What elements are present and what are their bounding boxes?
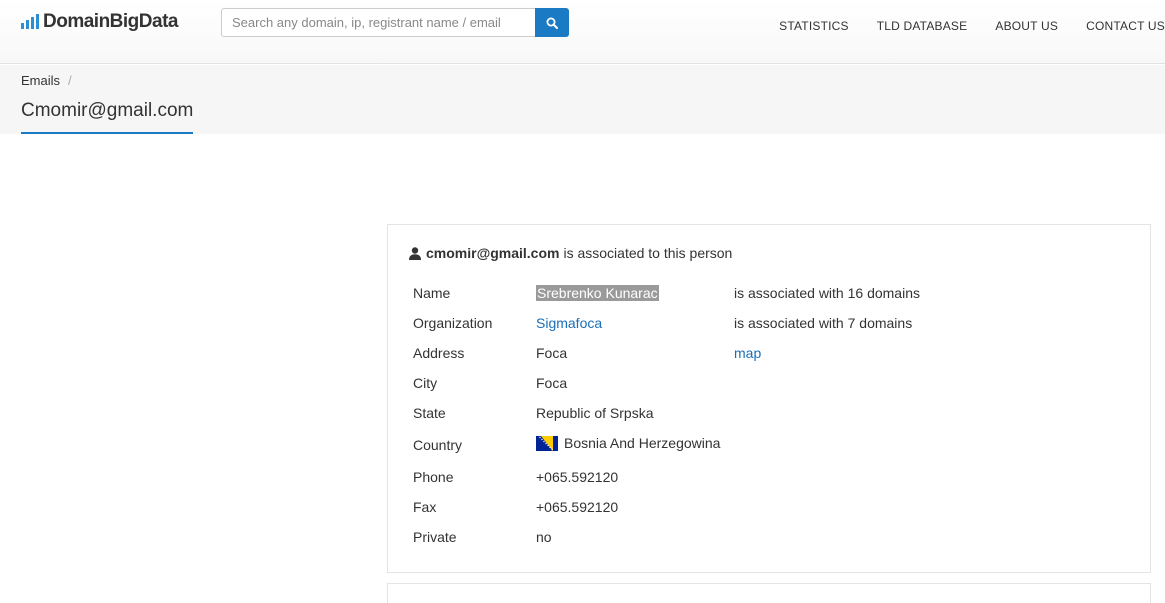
row-fax: Fax +065.592120 bbox=[413, 499, 1133, 519]
row-state: State Republic of Srpska bbox=[413, 405, 1133, 425]
page-title: Cmomir@gmail.com bbox=[21, 100, 194, 134]
row-label: Name bbox=[413, 285, 451, 301]
nav-contact-us[interactable]: CONTACT US bbox=[1086, 19, 1165, 33]
registrant-name-link[interactable]: Srebrenko Kunarac bbox=[536, 285, 659, 301]
row-value: Foca bbox=[536, 375, 568, 391]
nav-about-us[interactable]: ABOUT US bbox=[995, 19, 1058, 33]
main-nav: STATISTICS TLD DATABASE ABOUT US CONTACT… bbox=[751, 19, 1165, 33]
row-value: Republic of Srpska bbox=[536, 405, 654, 421]
card-title-suffix: is associated to this person bbox=[563, 245, 733, 261]
user-icon bbox=[409, 246, 421, 260]
row-label: Fax bbox=[413, 499, 437, 515]
search-input[interactable] bbox=[221, 8, 535, 37]
row-name: Name Srebrenko Kunarac is associated wit… bbox=[413, 285, 1133, 305]
breadcrumb-emails[interactable]: Emails bbox=[21, 73, 60, 88]
map-link[interactable]: map bbox=[734, 345, 761, 361]
row-label: Country bbox=[413, 437, 463, 453]
nav-statistics[interactable]: STATISTICS bbox=[779, 19, 849, 33]
row-label: Phone bbox=[413, 469, 454, 485]
row-label: Organization bbox=[413, 315, 493, 331]
row-private: Private no bbox=[413, 529, 1133, 549]
nav-tld-database[interactable]: TLD DATABASE bbox=[877, 19, 968, 33]
breadcrumb: Emails / bbox=[21, 73, 72, 88]
page-header: Emails / Cmomir@gmail.com bbox=[0, 65, 1165, 134]
row-organization: Organization Sigmafoca is associated wit… bbox=[413, 315, 1133, 335]
row-phone: Phone +065.592120 bbox=[413, 469, 1133, 489]
next-card bbox=[387, 583, 1151, 603]
breadcrumb-separator: / bbox=[68, 73, 72, 88]
row-label: State bbox=[413, 405, 446, 421]
person-card: cmomir@gmail.com is associated to this p… bbox=[387, 224, 1151, 573]
row-address: Address Foca map bbox=[413, 345, 1133, 365]
search-button[interactable] bbox=[535, 8, 569, 37]
site-header: DomainBigData STATISTICS TLD DATABASE AB… bbox=[0, 0, 1165, 64]
search-icon bbox=[546, 17, 558, 29]
card-title: cmomir@gmail.com is associated to this p… bbox=[409, 245, 732, 261]
row-extra: is associated with 7 domains bbox=[734, 315, 913, 331]
row-country: Country Bosnia And Herzegowina bbox=[413, 435, 1133, 457]
logo-text: DomainBigData bbox=[43, 11, 178, 32]
row-extra: is associated with 16 domains bbox=[734, 285, 920, 301]
row-value: Foca bbox=[536, 345, 568, 361]
organization-link[interactable]: Sigmafoca bbox=[536, 315, 602, 331]
logo-bars-icon bbox=[21, 13, 39, 29]
logo[interactable]: DomainBigData bbox=[21, 10, 178, 34]
search-bar bbox=[221, 8, 569, 37]
row-value: +065.592120 bbox=[536, 469, 619, 485]
card-email: cmomir@gmail.com bbox=[426, 245, 560, 261]
row-label: City bbox=[413, 375, 438, 391]
row-label: Address bbox=[413, 345, 465, 361]
bosnia-flag-icon bbox=[536, 435, 558, 451]
row-value: Bosnia And Herzegowina bbox=[564, 435, 721, 451]
row-value: no bbox=[536, 529, 552, 545]
row-city: City Foca bbox=[413, 375, 1133, 395]
row-value: +065.592120 bbox=[536, 499, 619, 515]
row-label: Private bbox=[413, 529, 457, 545]
